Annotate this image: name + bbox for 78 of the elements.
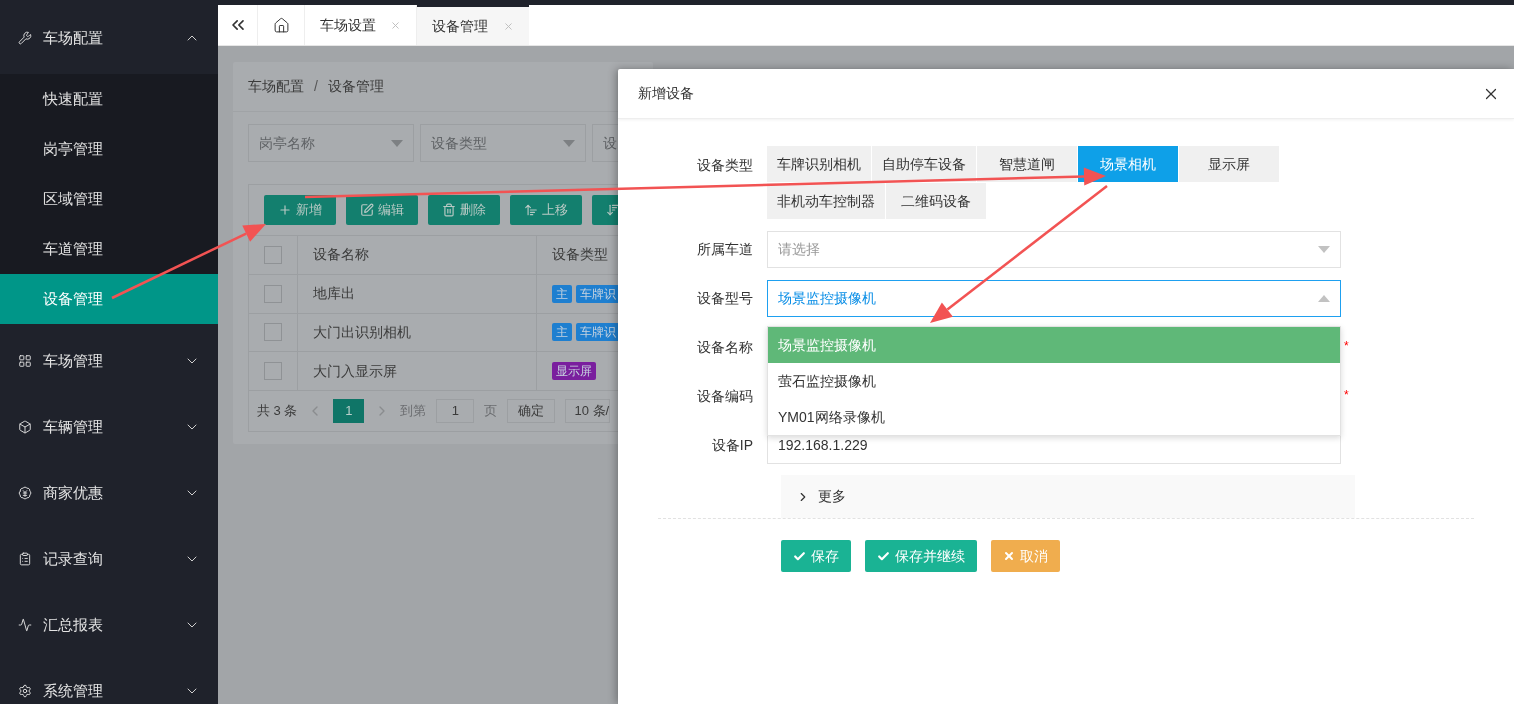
sidebar-item[interactable]: 区域管理 <box>0 174 218 224</box>
sidebar-item[interactable]: 车道管理 <box>0 224 218 274</box>
sidebar-group[interactable]: 车场管理 <box>0 328 218 394</box>
column-header[interactable]: 设备类型 <box>537 244 608 266</box>
more-section[interactable]: 更多 <box>781 475 1355 518</box>
grid-icon <box>18 354 32 368</box>
check-icon <box>877 549 890 563</box>
type-tag: 显示屏 <box>552 362 596 381</box>
required-mark: * <box>1344 338 1349 355</box>
check-icon <box>793 549 806 563</box>
tools-icon <box>18 31 32 45</box>
pulse-icon <box>18 618 32 632</box>
column-header[interactable]: 设备名称 <box>298 235 537 274</box>
goto-label: 到第 <box>400 402 427 421</box>
type-option[interactable]: 车牌识别相机 <box>767 146 871 182</box>
plus-icon <box>278 203 292 217</box>
page-input[interactable]: 1 <box>436 399 475 424</box>
cube-icon <box>18 420 32 434</box>
sidebar-group[interactable]: 商家优惠 <box>0 460 218 526</box>
caret-up-icon <box>1318 295 1330 302</box>
move-up-icon <box>524 203 538 217</box>
page-size-select[interactable]: 10 条/ <box>565 399 611 424</box>
type-option[interactable]: 非机动车控制器 <box>767 183 885 219</box>
total-count: 共 3 条 <box>257 402 298 421</box>
type-tag: 车牌识 <box>576 284 620 303</box>
breadcrumb-separator: / <box>314 77 318 96</box>
table-cell: 大门入显示屏 <box>298 352 537 391</box>
sidebar-item[interactable]: 快速配置 <box>0 74 218 124</box>
move-down-icon <box>606 203 620 217</box>
breadcrumb-item[interactable]: 设备管理 <box>327 76 384 97</box>
tab[interactable]: 设备管理 <box>417 5 529 45</box>
edit-icon <box>360 203 374 217</box>
dropdown-option[interactable]: YM01网络录像机 <box>768 399 1340 435</box>
caret-down-icon <box>1318 246 1330 253</box>
ip-value[interactable]: 192.168.1.229 <box>778 435 868 456</box>
table-cell: 大门出识别相机 <box>298 313 537 352</box>
field-label: 设备型号 <box>697 289 753 308</box>
close-tab-icon[interactable] <box>503 20 514 32</box>
table-cell: 地库出 <box>298 274 537 313</box>
type-tag: 主 <box>552 284 572 303</box>
field-label: 设备编码 <box>697 387 753 406</box>
field-label: 所属车道 <box>697 240 753 259</box>
sidebar-group[interactable]: 车辆管理 <box>0 394 218 460</box>
type-option[interactable]: 智慧道闸 <box>977 146 1077 182</box>
page-unit: 页 <box>484 402 498 421</box>
type-tag: 车牌识 <box>576 323 620 342</box>
type-option[interactable]: 显示屏 <box>1179 146 1279 182</box>
sidebar-group[interactable]: 记录查询 <box>0 526 218 592</box>
row-checkbox[interactable] <box>264 362 282 381</box>
dialog-title: 新增设备 <box>638 84 694 103</box>
field-label: 设备IP <box>711 436 753 455</box>
type-option[interactable]: 二维码设备 <box>886 183 986 219</box>
home-icon <box>272 16 290 34</box>
dropdown-option[interactable]: 萤石监控摄像机 <box>768 363 1340 399</box>
breadcrumb-item[interactable]: 车场配置 <box>248 76 304 97</box>
trash-icon <box>442 203 456 217</box>
type-option[interactable]: 自助停车设备 <box>872 146 976 182</box>
sidebar-group[interactable]: 汇总报表 <box>0 592 218 658</box>
close-tab-icon[interactable] <box>390 19 401 31</box>
caret-down-icon <box>563 139 575 147</box>
cross-icon <box>1003 550 1015 562</box>
required-mark: * <box>1344 387 1349 404</box>
field-label: 设备名称 <box>697 338 753 357</box>
sidebar-group[interactable]: 系统管理 <box>0 658 218 704</box>
clipboard-icon <box>18 552 32 566</box>
settings-icon <box>18 684 32 698</box>
select-all-checkbox[interactable] <box>264 245 282 264</box>
sidebar-group[interactable]: 车场配置 <box>0 2 218 74</box>
field-label: 设备类型 <box>697 156 753 175</box>
yen-badge-icon <box>18 486 32 500</box>
row-checkbox[interactable] <box>264 323 282 342</box>
row-checkbox[interactable] <box>264 284 282 303</box>
confirm-button[interactable]: 确定 <box>507 399 556 424</box>
sidebar-item[interactable]: 岗亭管理 <box>0 124 218 174</box>
select-field[interactable]: 场景监控摄像机 <box>767 280 1341 317</box>
caret-down-icon <box>391 139 403 147</box>
sidebar-item[interactable]: 设备管理 <box>0 274 218 324</box>
type-tag: 主 <box>552 323 572 342</box>
